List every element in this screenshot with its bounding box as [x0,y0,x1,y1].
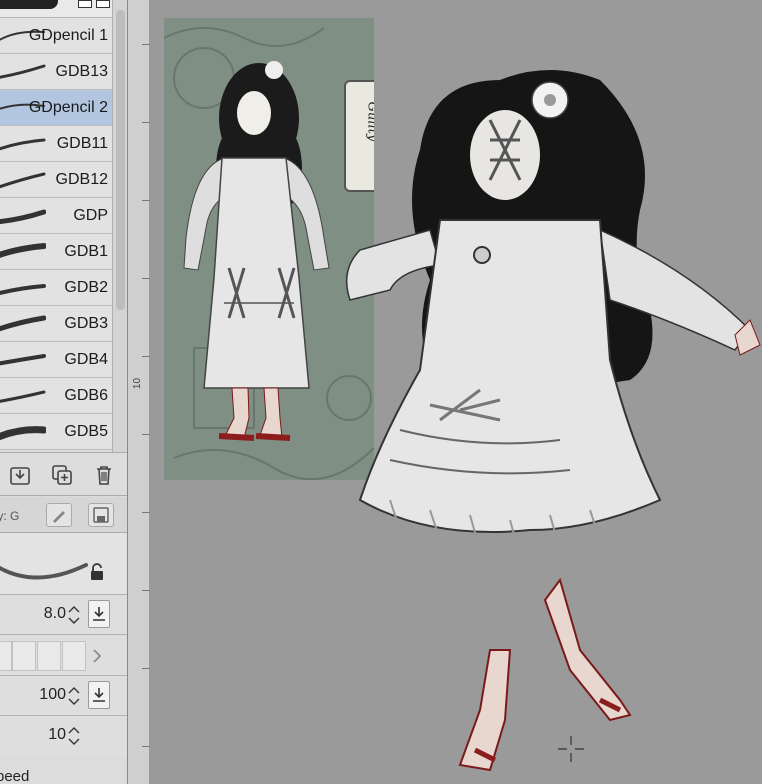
brush-stroke-icon [0,172,46,188]
brush-item[interactable]: GDB13 [0,54,112,90]
brush-stroke-icon [0,315,46,331]
size-swatch-4[interactable] [62,641,86,671]
brush-name: GDB2 [64,278,108,296]
size-swatch-1[interactable] [0,641,12,671]
brush-name: GDB5 [64,422,108,440]
brush-size-apply-button[interactable] [88,600,110,628]
opacity-value[interactable]: 100 [39,686,66,704]
copy-to-layer-icon[interactable] [8,463,32,487]
brush-name: GDpencil 2 [28,98,108,116]
app-window: GDpencil 1 GDB13 GDpencil 2 GDB11 GDB12 GDP GD… [0,0,762,784]
brush-name: GDB3 [64,314,108,332]
brush-name: GDB1 [64,242,108,260]
size-swatch-2[interactable] [12,641,36,671]
ruler-tick [142,278,150,279]
scrollbar-thumb[interactable] [116,10,125,310]
brush-list: GDpencil 1 GDB13 GDpencil 2 GDB11 GDB12 GDP GD… [0,18,112,452]
ruler-tick [142,200,150,201]
brush-size-spinner[interactable] [68,603,80,627]
ruler-tick [142,590,150,591]
brush-item[interactable]: GDpencil 1 [0,18,112,54]
small-square-icon-2[interactable] [96,0,110,8]
ruler-tick [142,356,150,357]
tool-property-label: rty: G [0,509,20,523]
brush-stroke-preview [0,533,127,595]
brush-panel-top-strip [0,0,112,18]
brush-name: GDB11 [56,134,108,152]
crosshair-cursor-icon [558,736,584,762]
brush-panel: GDpencil 1 GDB13 GDpencil 2 GDB11 GDB12 GDP GD… [0,0,128,784]
brush-item[interactable]: GDP [0,198,112,234]
brush-name: GDP [73,206,108,224]
brush-item[interactable]: GDB5 [0,414,112,450]
brush-name: GDB12 [55,170,108,188]
brush-stroke-icon [0,425,46,440]
ruler-tick [142,122,150,123]
brush-name: GDpencil 1 [28,26,108,44]
brush-size-value[interactable]: 8.0 [44,605,66,623]
brush-stroke-icon [0,64,46,79]
chevron-right-icon[interactable] [92,648,102,664]
ruler-tick [142,668,150,669]
brush-list-scrollbar[interactable] [112,0,127,452]
brush-stroke-icon [0,283,46,295]
ruler-tick [142,44,150,45]
delete-brush-icon[interactable] [92,463,116,487]
opacity-apply-button[interactable] [88,681,110,709]
ruler-tick [142,746,150,747]
size-swatch-3[interactable] [37,641,61,671]
stabilization-value[interactable]: 10 [48,726,66,744]
speed-label: peed [0,768,30,784]
brush-settings-icon[interactable] [46,503,72,527]
vertical-ruler[interactable]: 10 [128,0,150,784]
brush-swatch-row [0,636,127,676]
lock-icon[interactable] [89,563,105,586]
opacity-row: 100 [0,676,127,716]
brush-stroke-icon [0,138,46,150]
brush-item[interactable]: GDB3 [0,306,112,342]
brush-name: GDB13 [55,62,108,80]
ruler-tick [142,512,150,513]
brush-list-toolbar [0,452,127,496]
drawing-canvas[interactable]: Guilty [150,0,762,784]
brush-preview-swatch[interactable] [0,0,58,9]
opacity-spinner[interactable] [68,684,80,708]
character-illustration [345,70,761,772]
main-character-drawing[interactable] [330,60,762,784]
stabilization-spinner[interactable] [68,724,80,748]
brush-name: GDB4 [64,350,108,368]
brush-size-row: 8.0 [0,595,127,635]
brush-item[interactable]: GDB12 [0,162,112,198]
tool-property-header: rty: G [0,497,127,533]
duplicate-brush-icon[interactable] [50,463,74,487]
save-settings-icon[interactable] [88,503,114,527]
ruler-tick [142,434,150,435]
stabilization-row: 10 [0,716,127,756]
ruler-number: 10 [132,377,144,390]
brush-stroke-icon [0,353,46,365]
small-square-icon[interactable] [78,0,92,8]
brush-item[interactable]: GDB11 [0,126,112,162]
brush-item[interactable]: GDB1 [0,234,112,270]
brush-name: GDB6 [64,386,108,404]
brush-stroke-icon [0,390,46,403]
brush-item[interactable]: GDB4 [0,342,112,378]
brush-stroke-icon [0,209,46,224]
brush-stroke-icon [0,242,46,258]
brush-item[interactable]: GDpencil 2 [0,90,112,126]
brush-item[interactable]: GDB2 [0,270,112,306]
brush-item[interactable]: GDB6 [0,378,112,414]
